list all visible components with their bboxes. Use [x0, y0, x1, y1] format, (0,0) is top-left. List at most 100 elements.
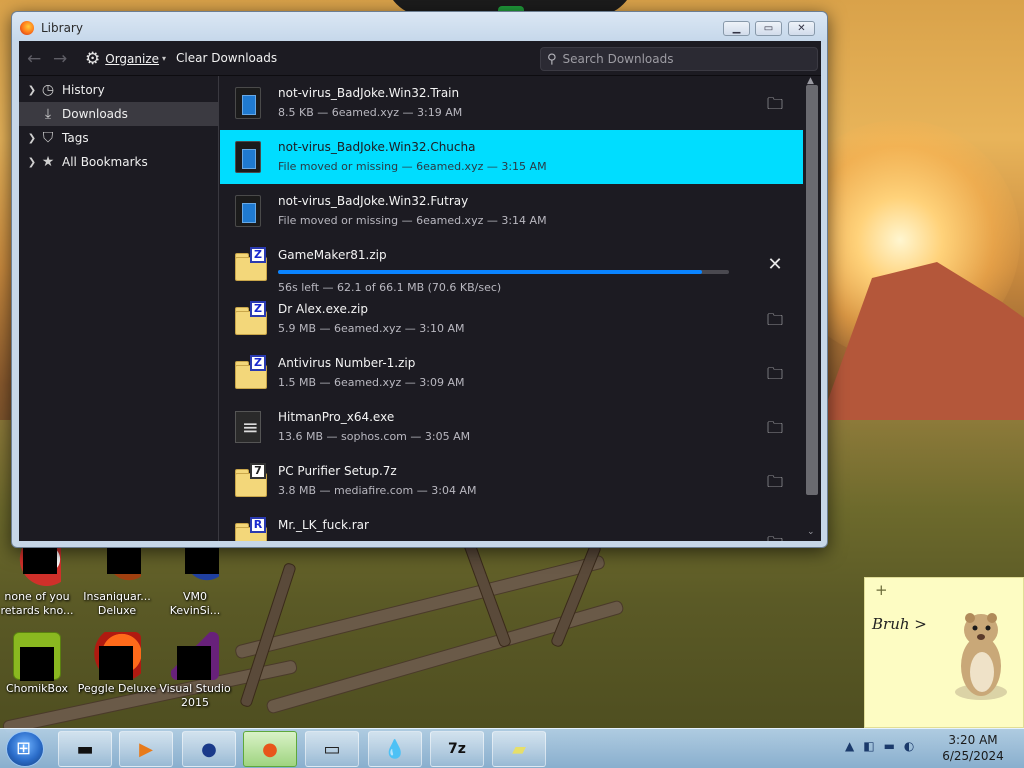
download-name: Mr._LK_fuck.rar: [278, 518, 369, 532]
search-input[interactable]: [562, 52, 793, 66]
sidebar-item-downloads[interactable]: ⤓ Downloads: [19, 102, 219, 126]
open-folder-icon[interactable]: 🗀: [765, 532, 785, 541]
monitor-icon: ▭: [323, 738, 341, 760]
exe-icon: [235, 87, 261, 119]
desktop-icon[interactable]: Insaniquar... Deluxe: [76, 540, 158, 618]
archive-letter: Z: [250, 247, 266, 263]
download-name: Antivirus Number-1.zip: [278, 356, 416, 370]
clock-icon: ◷: [41, 82, 55, 98]
chomikbox-icon: [13, 632, 61, 681]
gear-icon: ⚙: [85, 48, 101, 69]
network-icon[interactable]: ◧: [863, 739, 874, 753]
add-note-icon[interactable]: +: [875, 581, 888, 599]
cancel-icon[interactable]: ✕: [765, 254, 785, 275]
clock-date: 6/25/2024: [942, 749, 1004, 763]
expand-arrow-icon[interactable]: ❯: [25, 157, 39, 168]
organize-button[interactable]: ⚙ Organize ▾: [85, 48, 166, 69]
download-name: Dr Alex.exe.zip: [278, 302, 368, 316]
taskbar-7zip-button[interactable]: 7z: [430, 731, 484, 767]
sidebar-item-label: Tags: [62, 131, 89, 145]
taskbar-water-drop-button[interactable]: 💧: [368, 731, 422, 767]
taskbar-firefox-button[interactable]: ●: [243, 731, 297, 767]
download-row[interactable]: not-virus_BadJoke.Win32.Futray File move…: [220, 184, 803, 238]
download-name: GameMaker81.zip: [278, 248, 387, 262]
taskbar-media-player-button[interactable]: ▶: [119, 731, 173, 767]
close-button[interactable]: ✕: [788, 21, 815, 36]
hamster-image: [955, 613, 1007, 700]
desktop-icon[interactable]: Visual Studio 2015: [154, 632, 236, 710]
system-clock[interactable]: 3:20 AM 6/25/2024: [938, 732, 1008, 764]
download-progress-bar: [278, 270, 729, 274]
download-meta: 3.8 MB — mediafire.com — 3:04 AM: [278, 484, 477, 497]
open-folder-icon[interactable]: 🗀: [765, 363, 785, 383]
download-name: not-virus_BadJoke.Win32.Futray: [278, 194, 469, 208]
open-folder-icon[interactable]: 🗀: [765, 93, 785, 113]
zip-icon: Z: [235, 301, 267, 335]
start-button[interactable]: [6, 731, 44, 767]
download-icon: ⤓: [44, 106, 52, 122]
organize-label: Organize: [105, 51, 160, 66]
terminal-icon: ▬: [76, 738, 94, 760]
show-hidden-icons-icon[interactable]: ▲: [845, 739, 854, 753]
download-meta: 1.5 MB — 6eamed.xyz — 3:09 AM: [278, 376, 465, 389]
scrollbar[interactable]: ▲ ⌄: [803, 76, 821, 541]
download-meta: File moved or missing — 6eamed.xyz — 3:1…: [278, 214, 547, 227]
monitor-icon[interactable]: ▬: [884, 739, 895, 753]
open-folder-icon[interactable]: 🗀: [765, 417, 785, 437]
window-title: Library: [41, 21, 83, 35]
archive-letter: R: [250, 517, 266, 533]
back-arrow-icon[interactable]: ←: [27, 49, 41, 69]
maximize-button[interactable]: ▭: [755, 21, 782, 36]
rar-icon: R: [235, 517, 267, 541]
open-folder-icon[interactable]: 🗀: [765, 471, 785, 491]
taskbar-terminal-button[interactable]: ▬: [58, 731, 112, 767]
7z-icon: 7: [235, 463, 267, 497]
download-meta: 8.5 KB — 6eamed.xyz — 3:19 AM: [278, 106, 463, 119]
download-row[interactable]: not-virus_BadJoke.Win32.Train 8.5 KB — 6…: [220, 76, 803, 130]
forward-arrow-icon[interactable]: →: [53, 49, 67, 69]
library-sidebar: ❯ ◷ History ⤓ Downloads ❯ ⛉ Tags ❯ ★ All…: [19, 76, 219, 541]
taskbar-globe-button[interactable]: ●: [182, 731, 236, 767]
exe-icon: [235, 195, 261, 227]
sidebar-item-history[interactable]: ❯ ◷ History: [19, 78, 219, 102]
clear-downloads-button[interactable]: Clear Downloads: [176, 51, 277, 65]
download-row[interactable]: not-virus_BadJoke.Win32.Chucha File move…: [220, 130, 803, 184]
volume-icon[interactable]: ◐: [904, 739, 914, 753]
sidebar-item-tags[interactable]: ❯ ⛉ Tags: [19, 126, 219, 150]
expand-arrow-icon[interactable]: ❯: [25, 133, 39, 144]
download-row[interactable]: Z GameMaker81.zip 56s left — 62.1 of 66.…: [220, 238, 803, 294]
download-row[interactable]: Z Dr Alex.exe.zip 5.9 MB — 6eamed.xyz — …: [220, 292, 803, 346]
hitmanpro-icon: [235, 411, 261, 443]
open-folder-icon[interactable]: 🗀: [765, 309, 785, 329]
expand-arrow-icon[interactable]: ❯: [25, 85, 39, 96]
visual-studio-icon: [171, 632, 219, 680]
sticky-notes-icon: ▰: [512, 738, 526, 760]
firefox-icon: [20, 21, 34, 35]
globe-icon: ●: [201, 738, 217, 760]
taskbar: ▬ ▶ ● ● ▭ 💧 7z ▰ ▲ ◧ ▬ ◐ 3:20 AM 6/25/20…: [0, 728, 1024, 768]
search-box[interactable]: ⚲: [540, 47, 818, 71]
library-content: ← → ⚙ Organize ▾ Clear Downloads ⚲ ❯ ◷ H…: [19, 41, 821, 541]
library-window: Library ▁ ▭ ✕ ← → ⚙ Organize ▾ Clear Dow…: [11, 11, 828, 548]
download-name: not-virus_BadJoke.Win32.Chucha: [278, 140, 476, 154]
scroll-thumb[interactable]: [806, 85, 818, 495]
sticky-note-text[interactable]: Bruh >: [872, 615, 927, 633]
peggle-icon: [93, 632, 141, 680]
window-titlebar[interactable]: Library ▁ ▭ ✕: [12, 12, 827, 42]
download-row[interactable]: R Mr._LK_fuck.rar 🗀: [220, 508, 803, 541]
desktop-icon[interactable]: Peggle Deluxe: [76, 632, 158, 696]
desktop-icon[interactable]: none of you retards kno...: [0, 540, 78, 618]
scroll-down-icon[interactable]: ⌄: [807, 527, 815, 537]
download-row[interactable]: Z Antivirus Number-1.zip 1.5 MB — 6eamed…: [220, 346, 803, 400]
taskbar-monitor-button[interactable]: ▭: [305, 731, 359, 767]
minimize-button[interactable]: ▁: [723, 21, 750, 36]
archive-letter: Z: [250, 301, 266, 317]
desktop-icon[interactable]: VM0 KevinSi...: [154, 540, 236, 618]
sidebar-item-label: All Bookmarks: [62, 155, 148, 169]
download-row[interactable]: 7 PC Purifier Setup.7z 3.8 MB — mediafir…: [220, 454, 803, 508]
archive-letter: Z: [250, 355, 266, 371]
taskbar-sticky-notes-button[interactable]: ▰: [492, 731, 546, 767]
desktop-icon[interactable]: ChomikBox: [0, 632, 78, 696]
download-row[interactable]: HitmanPro_x64.exe 13.6 MB — sophos.com —…: [220, 400, 803, 454]
sidebar-item-all-bookmarks[interactable]: ❯ ★ All Bookmarks: [19, 150, 219, 174]
